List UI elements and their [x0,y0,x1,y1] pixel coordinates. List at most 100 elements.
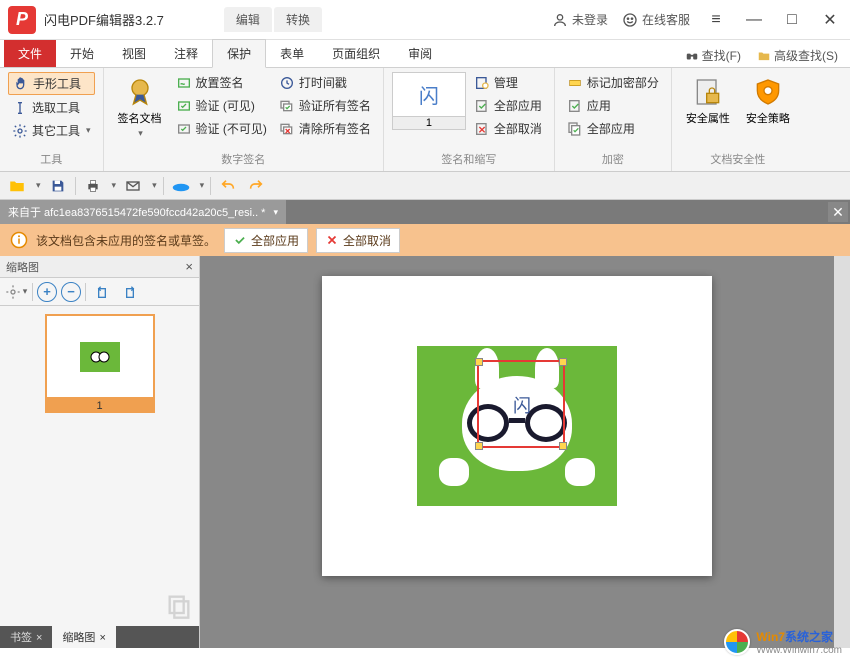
panel-tab-bookmark[interactable]: 书签× [0,626,52,648]
watermark-url: Www.Winwin7.com [756,645,842,656]
apply-encrypt-button[interactable]: 应用 [563,95,663,116]
chevron-down-icon[interactable]: ▾ [36,180,41,191]
app-title: 闪电PDF编辑器3.2.7 [44,10,164,29]
menu-file[interactable]: 文件 [4,40,56,67]
chevron-down-icon[interactable]: ▾ [112,180,117,191]
login-button[interactable]: 未登录 [552,11,608,28]
gear-icon [5,284,21,300]
watermark: Win7系统之家 Www.Winwin7.com [724,628,842,656]
zoom-out-thumb-button[interactable]: − [61,282,81,302]
thumbnail-list[interactable]: 1 [0,306,199,626]
signature-preview[interactable]: 闪 1 [392,72,466,130]
canvas-scroll[interactable]: 闪 [200,256,834,648]
highlight-icon [567,75,583,91]
undo-button[interactable] [217,175,239,197]
resize-handle-se[interactable] [559,442,567,450]
verify-all-signatures-button[interactable]: 验证所有签名 [275,95,375,116]
advanced-find-button[interactable]: 高级查找(S) [751,44,844,67]
rotate-cw-icon [122,284,138,300]
rotate-ccw-button[interactable] [90,281,114,303]
verify-invisible-button[interactable]: 验证 (不可见) [172,118,271,139]
resize-handle-sw[interactable] [475,442,483,450]
menu-view[interactable]: 视图 [108,40,160,67]
thumbnail-item[interactable]: 1 [45,314,155,413]
zoom-in-thumb-button[interactable]: + [37,282,57,302]
menu-annotate[interactable]: 注释 [160,40,212,67]
chevron-down-icon[interactable]: ▾ [152,180,157,191]
place-signature-button[interactable]: 放置签名 [172,72,271,93]
manage-signatures-button[interactable]: 管理 [470,72,546,93]
security-attributes-button[interactable]: 安全属性 [680,72,736,130]
apply-all-encrypt-icon [567,121,583,137]
menu-form[interactable]: 表单 [266,40,318,67]
redo-button[interactable] [245,175,267,197]
sign-document-button[interactable]: 签名文档 ▾ [112,72,168,143]
document-tab[interactable]: 来自于 afc1ea8376515472fe590fccd42a20c5_res… [0,200,286,224]
open-button[interactable] [6,175,28,197]
group-label-encrypt: 加密 [563,149,663,169]
panel-tab-thumbnail[interactable]: 缩略图× [52,626,115,648]
hamburger-menu-icon[interactable]: ≡ [704,8,728,32]
ribbon-group-tools: 手形工具 选取工具 其它工具▾ 工具 [0,68,104,171]
panel-options-button[interactable]: ▾ [4,281,28,303]
mode-tab-convert[interactable]: 转换 [274,7,322,32]
security-policy-button[interactable]: 安全策略 [740,72,796,130]
warn-cancel-all-button[interactable]: 全部取消 [316,228,400,253]
close-tab-button[interactable]: ✕ [828,202,848,222]
resize-handle-ne[interactable] [559,358,567,366]
shield-gear-icon [752,76,784,108]
hand-tool-button[interactable]: 手形工具 [8,72,95,95]
panel-close-button[interactable]: × [185,259,193,274]
minimize-button[interactable]: — [742,8,766,32]
cancel-all-sig-button[interactable]: 全部取消 [470,118,546,139]
ribbon-group-doc-security: 安全属性 安全策略 文档安全性 [672,68,804,171]
redo-icon [248,178,264,194]
thumb-content-icon [90,349,110,365]
maximize-button[interactable]: □ [780,8,804,32]
timestamp-button[interactable]: 打时间戳 [275,72,375,93]
panel-tabs: 书签× 缩略图× [0,626,199,648]
rotate-ccw-icon [94,284,110,300]
mode-tab-edit[interactable]: 编辑 [224,7,272,32]
scan-button[interactable] [170,175,192,197]
menu-protect[interactable]: 保护 [212,39,266,68]
watermark-logo-icon [724,629,750,655]
other-tools-button[interactable]: 其它工具▾ [8,120,95,141]
chevron-down-icon: ▾ [138,128,143,139]
ribbon-group-encrypt: 标记加密部分 应用 全部应用 加密 [555,68,672,171]
document-tab-label: 来自于 afc1ea8376515472fe590fccd42a20c5_res… [8,204,265,220]
text-cursor-icon [12,100,28,116]
chevron-down-icon[interactable]: ▾ [273,207,278,218]
signature-mark[interactable]: 闪 [513,392,531,418]
select-tool-button[interactable]: 选取工具 [8,97,95,118]
mark-encrypt-button[interactable]: 标记加密部分 [563,72,663,93]
apply-all-encrypt-button[interactable]: 全部应用 [563,118,663,139]
email-button[interactable] [122,175,144,197]
find-button[interactable]: 查找(F) [679,44,747,67]
print-button[interactable] [82,175,104,197]
clear-all-signatures-button[interactable]: 清除所有签名 [275,118,375,139]
page[interactable]: 闪 [322,276,712,576]
service-label: 在线客服 [642,11,690,28]
chevron-down-icon[interactable]: ▾ [200,180,205,191]
selection-box[interactable]: 闪 [477,360,565,448]
lock-doc-icon [692,76,724,108]
menu-start[interactable]: 开始 [56,40,108,67]
menu-review[interactable]: 审阅 [394,40,446,67]
apply-all-sig-button[interactable]: 全部应用 [470,95,546,116]
menu-page-org[interactable]: 页面组织 [318,40,394,67]
gear-icon [12,123,28,139]
online-service-button[interactable]: 在线客服 [622,11,690,28]
signature-place-icon [176,75,192,91]
rotate-cw-button[interactable] [118,281,142,303]
vertical-scrollbar[interactable] [834,256,850,648]
close-window-button[interactable]: ✕ [818,8,842,32]
save-button[interactable] [47,175,69,197]
main-area: 缩略图 × ▾ + − 1 书签× 缩略图× [0,256,850,648]
verify-visible-button[interactable]: 验证 (可见) [172,95,271,116]
warn-apply-all-button[interactable]: 全部应用 [224,228,308,253]
group-label-docsec: 文档安全性 [680,149,796,169]
page-image: 闪 [417,346,617,506]
thumbnail-number: 1 [45,399,155,413]
resize-handle-nw[interactable] [475,358,483,366]
